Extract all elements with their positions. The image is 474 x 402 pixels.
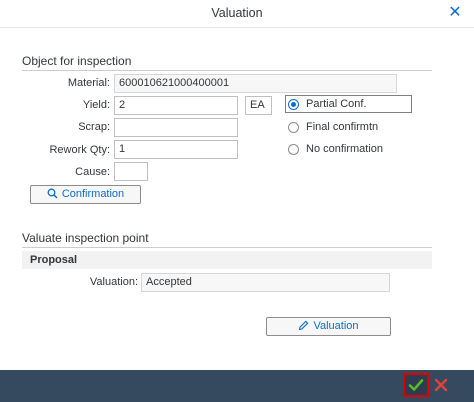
- radio-unselected-icon: [288, 143, 299, 155]
- confirm-button[interactable]: [403, 373, 429, 397]
- object-section-title: Object for inspection: [22, 54, 132, 68]
- radio-selected-icon: [288, 98, 299, 110]
- radio-label: Partial Conf.: [306, 98, 367, 110]
- valuation-label: Valuation:: [89, 276, 138, 288]
- confirmation-button-label: Confirmation: [61, 188, 125, 200]
- radio-label: No confirmation: [306, 143, 384, 155]
- rework-qty-label: Rework Qty:: [49, 144, 110, 156]
- scrap-label: Scrap:: [78, 121, 110, 133]
- proposal-title: Proposal: [30, 254, 78, 266]
- search-icon: [47, 188, 58, 199]
- radio-label: Final confirmtn: [306, 121, 379, 133]
- valuation-button-label: Valuation: [313, 320, 359, 332]
- valuate-section-divider: [22, 247, 432, 248]
- valuation-field: Accepted: [141, 273, 390, 292]
- radio-final-confirmtn[interactable]: Final confirmtn: [288, 118, 378, 136]
- cause-label: Cause:: [75, 166, 110, 178]
- valuation-button[interactable]: Valuation: [266, 317, 391, 336]
- proposal-header: [22, 251, 432, 269]
- cancel-x-icon: [434, 378, 448, 392]
- cause-field[interactable]: [114, 162, 148, 181]
- pencil-icon: [299, 320, 309, 331]
- dialog-footer: [0, 370, 474, 402]
- material-label: Material:: [67, 77, 110, 89]
- valuate-section-title: Valuate inspection point: [22, 231, 149, 245]
- radio-unselected-icon: [288, 121, 299, 133]
- dialog-title: Valuation: [211, 6, 263, 20]
- object-section-divider: [22, 70, 432, 71]
- radio-partial-conf[interactable]: Partial Conf.: [288, 95, 367, 113]
- dialog-title-bar: Valuation ✕: [0, 0, 474, 28]
- close-icon[interactable]: ✕: [446, 4, 464, 22]
- confirmation-button[interactable]: Confirmation: [30, 185, 141, 204]
- radio-no-confirmation[interactable]: No confirmation: [288, 140, 383, 158]
- rework-qty-field[interactable]: 1: [114, 140, 238, 159]
- cancel-button[interactable]: [431, 375, 451, 395]
- checkmark-icon: [408, 379, 424, 391]
- material-field: 600010621000400001: [114, 74, 397, 93]
- scrap-field[interactable]: [114, 118, 238, 137]
- yield-field[interactable]: 2: [114, 96, 238, 115]
- yield-unit-field[interactable]: EA: [245, 96, 272, 115]
- yield-label: Yield:: [82, 99, 110, 111]
